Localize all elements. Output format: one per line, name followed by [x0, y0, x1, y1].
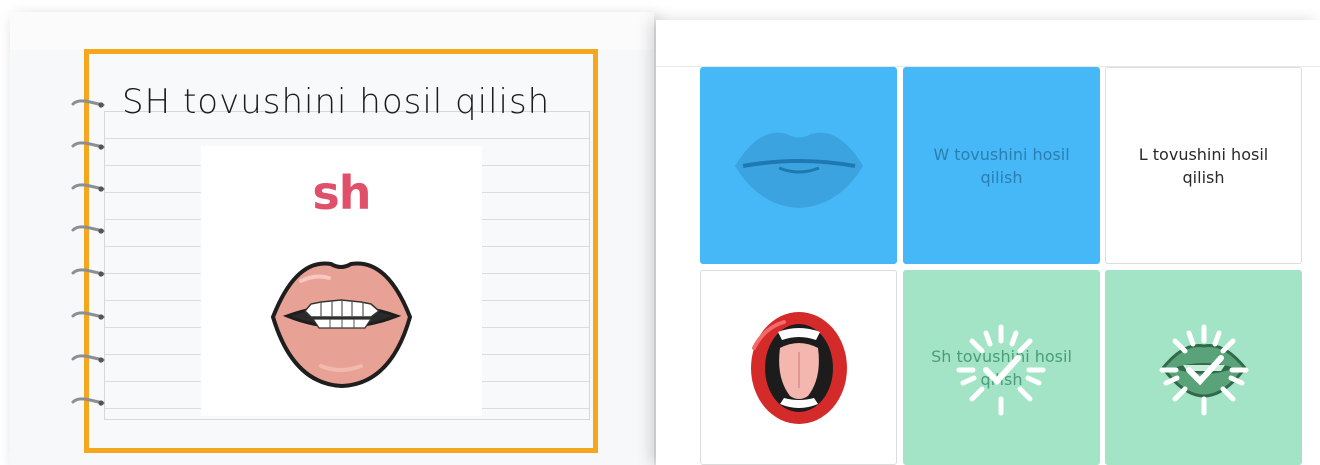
tile-closed-lips-image[interactable]: [700, 67, 897, 264]
ring-icon: [71, 183, 105, 192]
teeth-lips-icon: [270, 261, 413, 389]
tile-label: Sh tovushini hosil qilish: [931, 346, 1072, 389]
ring-icon: [71, 354, 105, 363]
tile-sh-sound-text-matched[interactable]: Sh tovushini hosil qilish: [903, 270, 1100, 465]
closed-blue-lips-icon: [734, 132, 863, 208]
tile-label: W tovushini hosil qilish: [933, 144, 1070, 187]
sound-card-image: sh: [201, 146, 482, 416]
tile-open-mouth-image[interactable]: [700, 270, 897, 465]
notebook-title: SH tovushini hosil qilish: [122, 82, 551, 122]
tile-label: L tovushini hosil qilish: [1138, 144, 1269, 187]
ring-icon: [71, 99, 105, 108]
spiral-rings: [71, 99, 105, 406]
ring-icon: [71, 225, 105, 234]
tile-l-sound-text[interactable]: L tovushini hosil qilish: [1105, 67, 1302, 264]
open-mouth-tongue-icon: [750, 311, 847, 424]
tile-w-sound-text[interactable]: W tovushini hosil qilish: [903, 67, 1100, 264]
ring-icon: [71, 397, 105, 406]
tile-teeth-lips-matched[interactable]: [1105, 270, 1302, 465]
ring-icon: [71, 268, 105, 277]
ring-icon: [71, 311, 105, 320]
teeth-lips-icon: [1160, 343, 1247, 398]
board-header: [656, 20, 1320, 67]
ring-icon: [71, 141, 105, 150]
